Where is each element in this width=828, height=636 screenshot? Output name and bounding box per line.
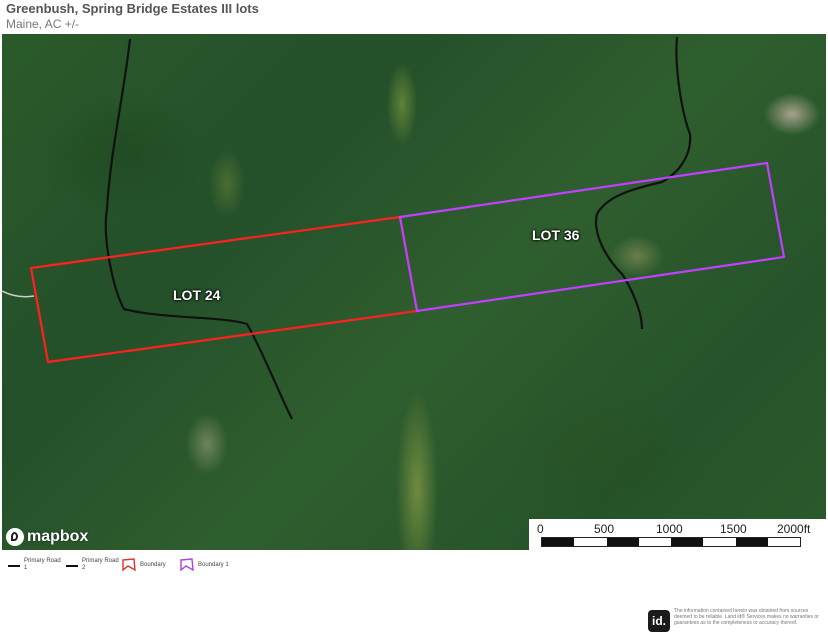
map-legend: Primary Road 1 Primary Road 2 Boundary B… (0, 552, 828, 592)
scale-label-0: 0 (537, 522, 544, 536)
scale-bar (541, 537, 801, 547)
road-line-icon (8, 565, 20, 567)
land-id-logo[interactable]: id. (648, 610, 670, 632)
scale-label-2000ft: 2000ft (777, 522, 811, 536)
scale-bar-panel: 0 500 1000 1500 2000ft (529, 519, 826, 550)
road-primary-1 (104, 38, 293, 420)
satellite-map[interactable]: LOT 24 LOT 36 mapbox 0 500 1000 1500 200… (2, 34, 826, 550)
map-overlay (2, 36, 786, 420)
map-subtitle: Maine, AC +/- (6, 17, 80, 31)
scale-label-500: 500 (594, 522, 615, 536)
legend-item-primary-road-2: Primary Road 2 (66, 558, 119, 572)
legend-item-primary-road-1: Primary Road 1 (8, 558, 61, 572)
lot-36-boundary (398, 161, 786, 313)
disclaimer-text: The information contained herein was obt… (674, 608, 819, 626)
mapbox-logo-icon (6, 528, 24, 546)
map-title: Greenbush, Spring Bridge Estates III lot… (6, 1, 259, 16)
road-primary-2 (594, 36, 692, 330)
lot-24-boundary (29, 215, 419, 364)
mapbox-attribution[interactable]: mapbox (6, 528, 88, 546)
road-spur (2, 290, 35, 298)
legend-item-boundary-1: Boundary 1 (180, 558, 229, 572)
road-line-icon (66, 565, 78, 567)
scale-label-1000: 1000 (656, 522, 683, 536)
mapbox-wordmark: mapbox (27, 528, 89, 545)
polygon-icon (122, 558, 136, 572)
scale-label-1500: 1500 (720, 522, 747, 536)
lot-24-label: LOT 24 (173, 287, 221, 303)
lot-36-label: LOT 36 (532, 227, 580, 243)
polygon-icon (180, 558, 194, 572)
map-header: Greenbush, Spring Bridge Estates III lot… (0, 0, 828, 34)
footer-attribution: id. The information contained herein was… (648, 608, 824, 634)
legend-item-boundary: Boundary (122, 558, 166, 572)
